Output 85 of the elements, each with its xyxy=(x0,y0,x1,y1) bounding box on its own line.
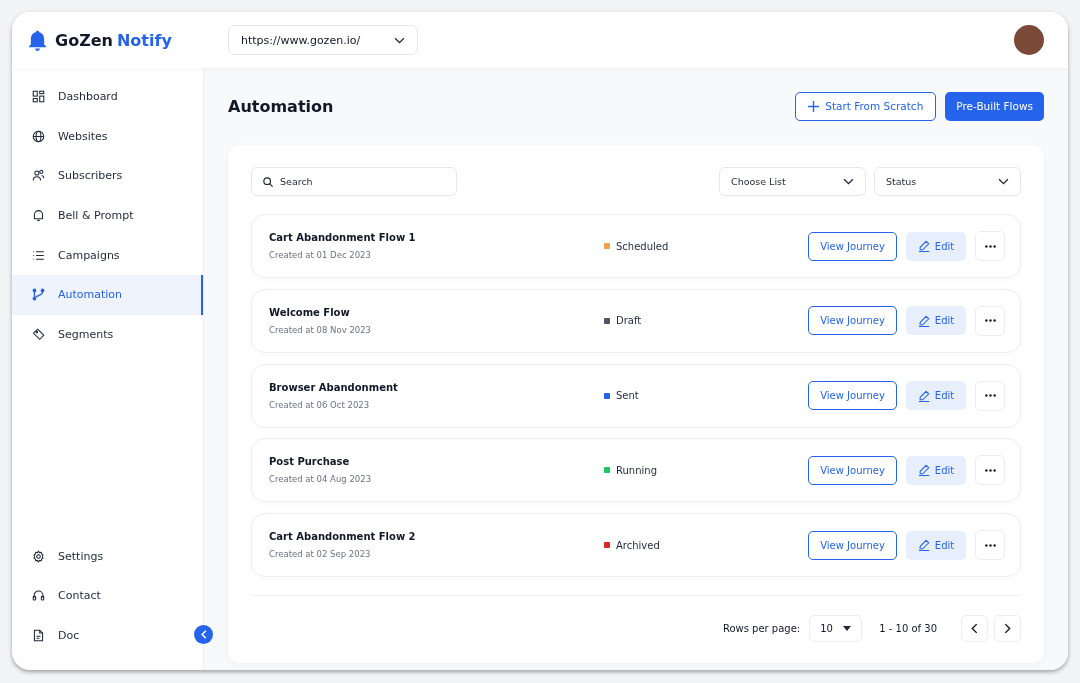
status-label: Running xyxy=(616,464,657,476)
pencil-icon xyxy=(917,240,930,252)
next-page-button[interactable] xyxy=(994,614,1021,642)
chevron-down-icon xyxy=(394,36,405,44)
rows-per-page-label: Rows per page: xyxy=(722,622,801,634)
flow-name: Cart Abandonment Flow 2 xyxy=(269,531,417,543)
more-icon xyxy=(984,394,996,398)
bell-logo-icon xyxy=(28,29,47,51)
edit-button[interactable]: Edit xyxy=(906,231,966,261)
users-icon xyxy=(32,169,45,183)
more-icon xyxy=(984,244,996,248)
page-range: 1 - 10 of 30 xyxy=(879,622,937,634)
more-options-button[interactable] xyxy=(975,455,1005,486)
flow-name: Welcome Flow xyxy=(269,306,351,318)
status-label: Sent xyxy=(616,390,639,402)
flow-name: Cart Abandonment Flow 1 xyxy=(269,232,417,243)
globe-icon xyxy=(32,129,45,143)
brand-name: GoZen xyxy=(55,30,113,50)
flow-name: Post Purchase xyxy=(269,456,351,468)
pre-built-flows-button[interactable]: Pre-Built Flows xyxy=(945,91,1044,121)
edit-button[interactable]: Edit xyxy=(906,530,966,560)
chevron-right-icon xyxy=(1004,622,1011,634)
caret-down-icon xyxy=(843,625,852,631)
chevron-left-icon xyxy=(971,622,978,634)
branch-icon xyxy=(32,288,45,302)
flow-created-date: Created at 02 Sep 2023 xyxy=(269,549,372,560)
flow-created-date: Created at 08 Nov 2023 xyxy=(269,324,373,335)
list-select[interactable]: Choose List xyxy=(719,167,866,196)
rows-per-page-select[interactable]: 10 xyxy=(809,614,863,642)
dashboard-icon xyxy=(32,90,45,104)
bell-icon xyxy=(32,209,45,223)
status-select[interactable]: Status xyxy=(874,167,1021,196)
edit-button[interactable]: Edit xyxy=(906,455,966,485)
status-label: Scheduled xyxy=(616,240,669,252)
document-icon xyxy=(32,628,45,642)
pencil-icon xyxy=(917,314,930,327)
view-journey-button[interactable]: View Journey xyxy=(808,455,897,485)
view-journey-button[interactable]: View Journey xyxy=(808,381,897,411)
sidebar-item[interactable]: Dashboard xyxy=(12,77,203,117)
sidebar-item[interactable]: Doc xyxy=(12,615,182,655)
sidebar-item[interactable]: Settings xyxy=(12,536,182,576)
sidebar-item[interactable]: Subscribers xyxy=(12,156,203,196)
chevron-down-icon xyxy=(843,178,854,185)
flow-name: Browser Abandonment xyxy=(269,381,399,393)
page-title: Automation xyxy=(228,96,334,116)
tag-icon xyxy=(32,327,45,341)
more-icon xyxy=(984,543,996,547)
plus-icon xyxy=(808,100,820,112)
more-options-button[interactable] xyxy=(975,530,1005,561)
flow-created-date: Created at 06 Oct 2023 xyxy=(269,399,371,410)
pencil-icon xyxy=(917,389,930,402)
headset-icon xyxy=(32,589,45,603)
sidebar-item[interactable]: Campaigns xyxy=(12,235,203,275)
sidebar-item[interactable]: Contact xyxy=(12,575,182,616)
pencil-icon xyxy=(917,539,930,552)
start-from-scratch-button[interactable]: Start From Scratch xyxy=(795,91,937,121)
website-select[interactable]: https://www.gozen.io/ xyxy=(228,25,418,55)
more-icon xyxy=(984,319,996,323)
brand-accent: Notify xyxy=(116,30,172,50)
edit-button[interactable]: Edit xyxy=(906,381,966,411)
view-journey-button[interactable]: View Journey xyxy=(808,231,897,261)
view-journey-button[interactable]: View Journey xyxy=(808,306,897,336)
settings-icon xyxy=(32,549,45,563)
more-options-button[interactable] xyxy=(975,380,1005,411)
more-icon xyxy=(984,468,996,472)
status-label: Draft xyxy=(616,315,642,327)
search-icon xyxy=(263,177,273,187)
flow-created-date: Created at 04 Aug 2023 xyxy=(269,474,373,485)
chevron-down-icon xyxy=(998,178,1009,185)
sidebar-item[interactable]: Bell & Prompt xyxy=(12,195,203,236)
previous-page-button[interactable] xyxy=(961,614,988,642)
flow-created-date: Created at 01 Dec 2023 xyxy=(269,250,372,260)
status-label: Archived xyxy=(616,539,660,551)
more-options-button[interactable] xyxy=(975,305,1005,336)
chevron-left-icon xyxy=(200,630,207,639)
sidebar-item[interactable]: Automation xyxy=(12,274,203,315)
pencil-icon xyxy=(917,464,930,477)
list-icon xyxy=(32,248,45,262)
sidebar-item[interactable]: Segments xyxy=(12,314,203,355)
more-options-button[interactable] xyxy=(975,231,1005,261)
view-journey-button[interactable]: View Journey xyxy=(808,530,897,560)
user-avatar[interactable] xyxy=(1014,25,1044,55)
search-field[interactable]: Search xyxy=(251,167,457,196)
sidebar-item[interactable]: Websites xyxy=(12,116,203,157)
edit-button[interactable]: Edit xyxy=(906,306,966,336)
